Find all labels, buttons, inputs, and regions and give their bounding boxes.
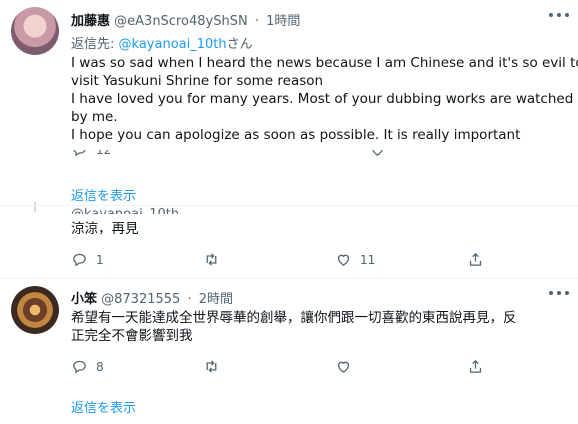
separator-dot: · — [254, 14, 259, 29]
replying-to-suffix: さん — [226, 37, 253, 52]
mention-link[interactable]: @kayanoai_10th — [119, 37, 227, 52]
like-button[interactable] — [335, 358, 352, 375]
tweet-partial[interactable]: 涼涼，再見 1 11 — [0, 205, 578, 275]
tweet-2[interactable]: 小笨 @87321555 · 2時間 希望有一天能達成全世界辱華的創舉，讓你們跟… — [0, 278, 578, 424]
like-button[interactable]: 11 — [335, 251, 375, 268]
tweet-text-line: by me. — [71, 109, 118, 125]
avatar[interactable] — [11, 7, 59, 55]
timestamp[interactable]: 2時間 — [199, 292, 233, 307]
reply-icon — [73, 360, 86, 374]
share-button[interactable] — [467, 358, 484, 375]
more-icon[interactable] — [548, 284, 574, 302]
tweet-text-line: 涼涼，再見 — [71, 221, 139, 237]
separator-dot: · — [187, 292, 192, 307]
tweet-header: 小笨 @87321555 · 2時間 — [71, 288, 233, 307]
author-handle[interactable]: @eA3nScro48yShSN — [114, 14, 248, 29]
tweet-text-line: 正完全不會影響到我 — [71, 328, 193, 344]
author-handle[interactable]: @87321555 — [101, 292, 180, 307]
tweet-text: I was so sad when I heard the news becau… — [71, 54, 578, 144]
retweet-icon — [206, 253, 217, 266]
like-icon — [372, 150, 383, 156]
share-icon — [469, 252, 482, 266]
share-button[interactable] — [467, 251, 484, 268]
share-icon — [469, 359, 482, 373]
author-name[interactable]: 小笨 — [71, 292, 97, 307]
show-replies-link[interactable]: 返信を表示 — [71, 397, 136, 416]
retweet-icon — [206, 360, 217, 373]
tweet-header: 加藤惠 @eA3nScro48yShSN · 1時間 — [71, 10, 300, 29]
reply-icon — [73, 150, 86, 157]
retweet-button[interactable] — [203, 251, 220, 268]
action-bar: 12 — [71, 150, 511, 159]
reply-button[interactable]: 12 — [71, 150, 111, 158]
show-replies-link[interactable]: 返信を表示 — [71, 185, 136, 204]
tweet-text: 涼涼，再見 — [71, 220, 139, 238]
tweet-text: 希望有一天能達成全世界辱華的創舉，讓你們跟一切喜歡的東西說再見，反 正完全不會影… — [71, 309, 517, 345]
reply-count: 1 — [96, 252, 104, 267]
like-button[interactable] — [369, 150, 386, 158]
like-icon — [337, 361, 350, 373]
reply-count: 8 — [96, 359, 104, 374]
like-icon — [337, 254, 350, 266]
action-bar: 8 — [71, 358, 511, 378]
reply-button[interactable]: 8 — [71, 358, 104, 375]
tweet-text-line: I have loved you for many years. Most of… — [71, 91, 574, 107]
tweet-text-line: visit Yasukuni Shrine for some reason — [71, 73, 324, 89]
reply-button[interactable]: 1 — [71, 251, 104, 268]
like-count: 11 — [360, 252, 376, 267]
reply-icon — [73, 253, 86, 267]
author-name[interactable]: 加藤惠 — [71, 14, 110, 29]
reply-count: 12 — [96, 150, 111, 157]
tweet-text-line: I hope you can apologize as soon as poss… — [71, 127, 521, 143]
replying-to: 返信先: @kayanoai_10thさん — [71, 33, 253, 52]
avatar[interactable] — [11, 286, 59, 334]
action-bar: 1 11 — [71, 251, 511, 271]
tweet-1[interactable]: 加藤惠 @eA3nScro48yShSN · 1時間 返信先: @kayanoa… — [0, 0, 578, 205]
more-icon[interactable] — [548, 6, 574, 24]
replying-to-label: 返信先: — [71, 37, 115, 52]
tweet-text-line: 希望有一天能達成全世界辱華的創舉，讓你們跟一切喜歡的東西說再見，反 — [71, 310, 517, 326]
timestamp[interactable]: 1時間 — [266, 14, 300, 29]
tweet-text-line: I was so sad when I heard the news becau… — [71, 55, 578, 71]
retweet-button[interactable] — [203, 358, 220, 375]
